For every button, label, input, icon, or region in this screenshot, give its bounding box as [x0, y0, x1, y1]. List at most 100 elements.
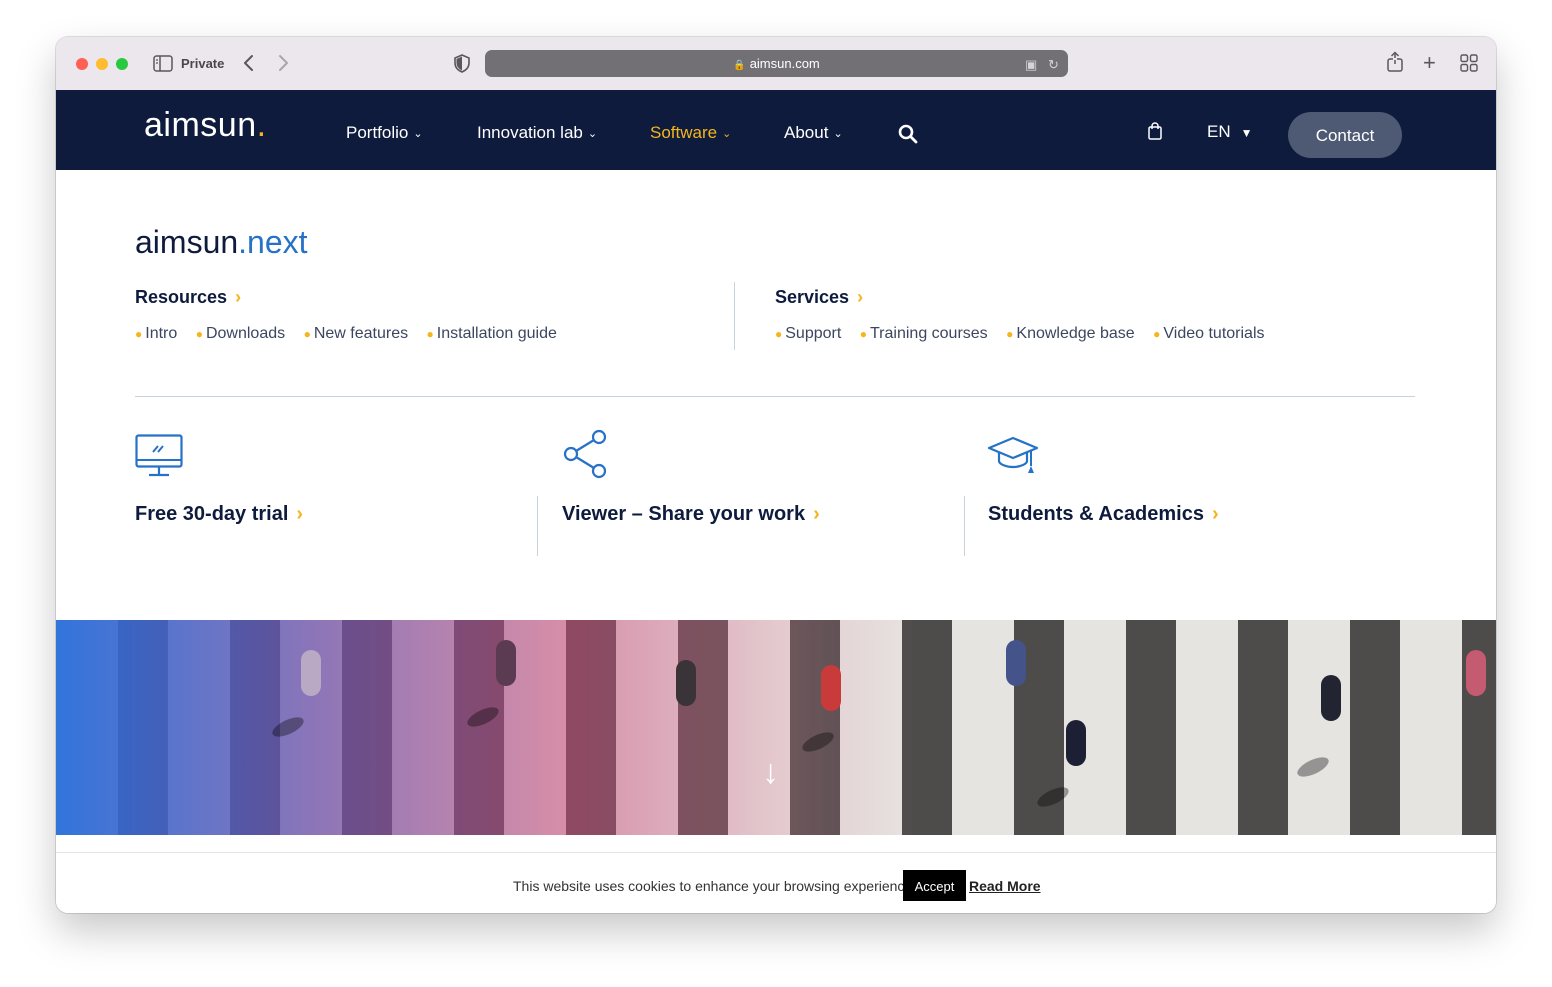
chevron-down-icon: ⌄ [413, 128, 423, 140]
pedestrian [1006, 640, 1026, 686]
chevron-right-icon: › [813, 503, 820, 525]
link-installation-guide[interactable]: ● Installation guide [427, 325, 557, 342]
link-new-features[interactable]: ● New features [304, 325, 409, 342]
bullet-icon: ● [195, 327, 203, 341]
bullet-icon: ● [426, 327, 434, 341]
contact-button[interactable]: Contact [1288, 112, 1402, 158]
resources-title: Resources [135, 287, 228, 307]
close-window-button[interactable] [76, 58, 88, 70]
bullet-icon: ● [303, 327, 311, 341]
pedestrian [821, 665, 841, 711]
nav-label: Portfolio [346, 123, 409, 142]
services-title: Services [775, 287, 850, 307]
pedestrian-shadow [1294, 753, 1332, 781]
bullet-icon: ● [1153, 327, 1161, 341]
chevron-down-icon: ⌄ [833, 128, 843, 140]
chevron-right-icon: › [1212, 503, 1219, 525]
column-divider [734, 282, 735, 350]
resources-link[interactable]: Resources › [135, 287, 241, 308]
pedestrian [1321, 675, 1341, 721]
nav-about[interactable]: About ⌄ [784, 123, 843, 143]
link-label: Support [785, 325, 842, 342]
services-links: ● Support ● Training courses ● Knowledge ba… [775, 325, 1279, 343]
reload-icon[interactable]: ↻ [1048, 56, 1059, 73]
link-label: Installation guide [436, 325, 557, 342]
chevron-right-icon: › [235, 287, 242, 307]
share-nodes-icon [563, 429, 609, 484]
aimsun-logo[interactable]: aimsun. [144, 106, 267, 145]
pedestrian [1066, 720, 1086, 766]
pedestrian-shadow [799, 728, 837, 756]
chevron-right-icon: › [857, 287, 864, 307]
caret-down-icon: ▼ [1240, 126, 1253, 140]
pedestrian-shadow [1034, 783, 1072, 811]
nav-innovation-lab[interactable]: Innovation lab ⌄ [477, 123, 597, 143]
feature-label: Students & Academics [988, 503, 1204, 525]
chevron-right-icon: › [296, 503, 304, 525]
search-icon[interactable] [898, 124, 918, 149]
services-link[interactable]: Services › [775, 287, 863, 308]
product-name: aimsun [135, 224, 239, 260]
sidebar-toggle-icon[interactable] [153, 55, 173, 75]
link-video-tutorials[interactable]: ● Video tutorials [1153, 325, 1264, 342]
read-more-link[interactable]: Read More [969, 878, 1041, 894]
students-academics-link[interactable]: Students & Academics › [988, 503, 1219, 526]
link-label: Knowledge base [1016, 325, 1135, 342]
chevron-down-icon: ⌄ [722, 128, 732, 140]
nav-label: About [784, 123, 829, 142]
forward-icon[interactable] [278, 54, 290, 75]
product-suffix: .next [238, 224, 308, 260]
bullet-icon: ● [1006, 327, 1014, 341]
column-divider [964, 496, 965, 556]
feature-label: Viewer – Share your work [562, 503, 806, 525]
link-training-courses[interactable]: ● Training courses [860, 325, 988, 342]
viewer-link[interactable]: Viewer – Share your work › [562, 503, 820, 526]
link-label: Video tutorials [1163, 325, 1265, 342]
link-knowledge-base[interactable]: ● Knowledge base [1006, 325, 1135, 342]
graduation-cap-icon [987, 436, 1039, 481]
share-icon[interactable] [1386, 51, 1404, 76]
cookie-banner: This website uses cookies to enhance you… [56, 852, 1496, 913]
logo-dot: . [256, 106, 267, 144]
bullet-icon: ● [859, 327, 867, 341]
software-dropdown: aimsun.next Resources › ● Intro ● Downloads… [56, 170, 1496, 620]
bullet-icon: ● [135, 327, 143, 341]
scroll-down-arrow-icon[interactable]: ↓ [762, 755, 779, 789]
lock-icon: 🔒 [733, 60, 746, 71]
nav-portfolio[interactable]: Portfolio ⌄ [346, 123, 423, 143]
language-label: EN [1207, 122, 1231, 141]
accept-cookies-button[interactable]: Accept [903, 870, 966, 901]
minimize-window-button[interactable] [96, 58, 108, 70]
link-downloads[interactable]: ● Downloads [196, 325, 285, 342]
privacy-shield-icon[interactable] [454, 54, 470, 76]
zoom-window-button[interactable] [116, 58, 128, 70]
bullet-icon: ● [775, 327, 783, 341]
new-tab-icon[interactable]: + [1423, 52, 1436, 74]
pedestrian-shadow [269, 713, 307, 741]
link-intro[interactable]: ● Intro [135, 325, 177, 342]
free-trial-link[interactable]: Free 30-day trial › [135, 503, 303, 526]
url-text: aimsun.com [749, 56, 820, 71]
resources-links: ● Intro ● Downloads ● New features ● Install… [135, 325, 571, 343]
shopping-bag-icon[interactable] [1147, 122, 1163, 145]
language-selector[interactable]: EN ▼ [1207, 122, 1253, 142]
nav-software[interactable]: Software ⌄ [650, 123, 731, 143]
back-icon[interactable] [242, 54, 254, 75]
monitor-icon [135, 434, 183, 483]
nav-label: Software [650, 123, 718, 142]
tab-overview-icon[interactable] [1460, 54, 1478, 75]
browser-window: Private 🔒 aimsun.com ▣ ↻ + aimsun. Portfo… [56, 37, 1496, 913]
translate-icon[interactable]: ▣ [1025, 56, 1037, 73]
link-label: Intro [145, 325, 178, 342]
site-header: aimsun. Portfolio ⌄ Innovation lab ⌄ Softw… [56, 90, 1496, 170]
address-bar[interactable]: 🔒 aimsun.com ▣ ↻ [485, 50, 1068, 77]
chevron-down-icon: ⌄ [587, 128, 598, 140]
product-title[interactable]: aimsun.next [135, 224, 308, 261]
pedestrian [1466, 650, 1486, 696]
link-label: New features [313, 325, 409, 342]
pedestrian [496, 640, 516, 686]
logo-text: aimsun [144, 106, 257, 144]
link-support[interactable]: ● Support [775, 325, 841, 342]
pedestrian [676, 660, 696, 706]
pedestrian-shadow [464, 703, 502, 731]
